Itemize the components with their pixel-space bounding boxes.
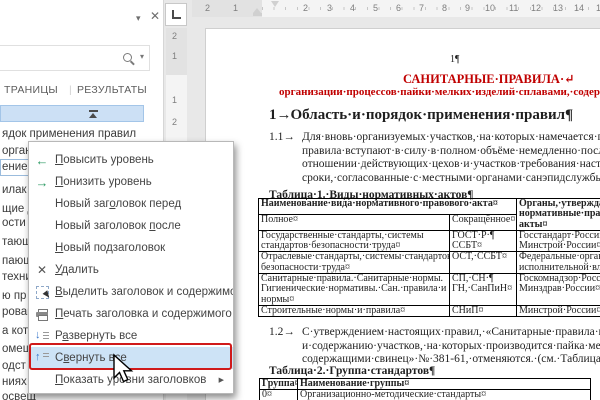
section-heading-1: 1→Область·и·порядок·применения·правил¶ [269,107,573,124]
tab-stop-L-icon [172,10,181,19]
tab-results[interactable]: РЕЗУЛЬТАТЫ [77,84,600,96]
nav-heading-item[interactable]: ниях [2,376,27,388]
table-cell: Организационно-методические·стандарты¤ [298,390,591,400]
menu-item-new-heading-before[interactable]: Новый заголовок перед [29,193,233,215]
search-icon[interactable] [123,53,132,62]
printer-icon [36,309,49,320]
menu-item-demote[interactable]: → Понизить уровень [29,171,233,193]
expand-all-icon: ↓ [35,330,49,342]
nav-heading-item[interactable]: ю пр [2,290,26,302]
tab-mark: → [283,326,295,338]
table-row: Санитарные·правила.·Санитарные·нормы. Ги… [259,274,600,306]
nav-heading-item[interactable]: одст [2,360,26,372]
table-cell: Отраслевые·стандарты,·системы·стандартов… [259,252,450,274]
word-window: 1¶ САНИТАРНЫЕ·ПРАВИЛА·↵ организации·проц… [0,0,600,400]
demote-arrow-right-icon: → [29,175,55,190]
nav-heading-item[interactable]: ости [2,217,26,229]
table-2-caption: Таблица·2.·Группа·стандартов¶ [269,365,435,377]
menu-item-print-heading-and-content[interactable]: Печать заголовка и содержимого [29,303,233,325]
selected-nav-item[interactable] [0,105,144,122]
table-cell: СНиП¤ [450,305,517,316]
menu-item-promote[interactable]: ← Повысить уровень [29,149,233,171]
collapse-pin-icon [89,110,98,112]
menu-item-new-heading-after[interactable]: Новый заголовок после [29,215,233,237]
delete-x-icon: ✕ [29,263,55,277]
table-row: Группа¤ Наименование·группы¤ [260,379,591,390]
search-caret-icon[interactable]: ▾ [140,52,144,61]
table-cell: Санитарные·правила.·Санитарные·нормы. Ги… [259,274,450,306]
menu-item-select-heading-and-content[interactable]: Выделить заголовок и содержимое [29,281,233,303]
promote-arrow-left-icon: ← [29,153,55,168]
pane-menu-icon[interactable]: ▾ [136,13,141,24]
table-row: Отраслевые·стандарты,·системы·стандартов… [259,252,600,274]
table-row: Наименование·вида·нормативного·правового… [259,199,600,215]
table-cell: Государственные·стандарты,·системы станд… [259,230,450,252]
table-cell: Органы,·утверждающие нормативные·правовы… [517,199,600,231]
nav-heading-item[interactable]: илак [2,184,27,196]
table-cell: Федеральные·органы исполнительной·власти [517,252,600,274]
ruler-margin-zone [192,0,262,17]
mouse-cursor [110,353,134,385]
page-header-number: 1¶ [450,54,460,65]
submenu-arrow-icon: ▶ [219,376,224,384]
table-cell: 0¤ [260,390,298,400]
table-cell: Минстрой·России¤ [517,305,600,316]
table-cell: ОСТ,·ССБТ¤ [450,252,517,274]
table-cell: Полное¤ [259,214,450,230]
table-cell: ГОСТ·Р·¶ ССБТ¤ [450,230,517,252]
paragraph-1-1: 1.1→ Для·вновь·организуемых·участков,·на… [269,131,600,185]
tab-mark: → [283,131,295,143]
menu-item-new-subheading[interactable]: Новый подзаголовок [29,237,233,259]
table-row: Государственные·стандарты,·системы станд… [259,230,600,252]
nav-heading-item[interactable]: ядок применения правил [2,128,136,140]
close-icon[interactable]: ✕ [150,9,160,23]
table-cell: Наименование·вида·нормативного·правового… [259,199,517,215]
table-cell: Госстандарт·России· Минстрой·России¤ [517,230,600,252]
menu-item-delete[interactable]: ✕ Удалить [29,259,233,281]
tab-selector-button[interactable] [165,3,187,26]
table-row: 0¤ Организационно-методические·стандарты… [260,390,591,400]
table-1: Наименование·вида·нормативного·правового… [258,198,600,317]
tab-separator: | [69,84,72,96]
table-cell: Госкомнадзор·России Минздрав·России¤ [517,274,600,306]
paragraph-1-2: 1.2→ С·утверждением·настоящих·правил,·«С… [269,326,600,367]
select-dashed-box-icon [36,286,49,299]
nav-heading-item[interactable]: а кот [2,325,28,337]
table-cell: Наименование·группы¤ [298,379,591,390]
first-line-indent-marker[interactable] [271,1,279,7]
table-cell: СП,·СН·¶ ГН,·СанПиН¤ [450,274,517,306]
table-2: Группа¤ Наименование·группы¤ 0¤ Организа… [259,378,591,400]
table-cell: Группа¤ [260,379,298,390]
table-cell: Сокращённое¤ [450,214,517,230]
left-indent-marker[interactable] [253,13,262,16]
tab-pages[interactable]: ТРАНИЦЫ [4,84,58,96]
table-row: Строительные·нормы·и·правила¤ СНиП¤ Минс… [259,305,600,316]
tab-mark: → [277,107,291,124]
table-cell: Строительные·нормы·и·правила¤ [259,305,450,316]
